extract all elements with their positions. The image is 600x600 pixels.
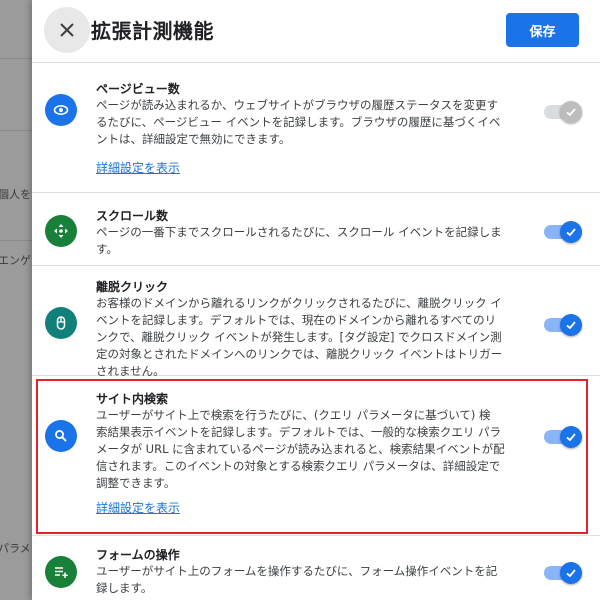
setting-name: ページビュー数: [96, 82, 180, 96]
setting-description: ユーザーがサイト上のフォームを操作するたびに、フォーム操作イベントを記 録します…: [96, 564, 498, 595]
eye-icon: [45, 94, 77, 126]
toggle-knob: [560, 221, 582, 243]
background-text: エンゲー: [0, 254, 32, 267]
scrolls-toggle[interactable]: [544, 221, 582, 243]
setting-form-interactions: フォームの操作 ユーザーがサイト上のフォームを操作するたびに、フォーム操作イベン…: [32, 536, 600, 600]
setting-description: ページが読み込まれるか、ウェブサイトがブラウザの履歴ステータスを変更す るたびに…: [96, 98, 501, 146]
highlight-box: [36, 379, 588, 534]
enhanced-measurement-drawer: 拡張計測機能 保存 ページビュー数 ページが読み込まれるか、ウェブサイトがブラウ…: [32, 0, 600, 600]
setting-name: 離脱クリック: [96, 280, 169, 294]
save-button[interactable]: 保存: [506, 13, 579, 47]
background-page: 個人を エンゲー パラメ: [0, 0, 32, 600]
check-icon: [566, 569, 576, 578]
setting-name: スクロール数: [96, 209, 169, 223]
setting-page-views: ページビュー数 ページが読み込まれるか、ウェブサイトがブラウザの履歴ステータスを…: [32, 63, 600, 193]
setting-name: フォームの操作: [96, 548, 180, 562]
advanced-settings-link[interactable]: 詳細設定を表示: [96, 159, 180, 176]
mouse-icon: [45, 307, 77, 339]
page-views-toggle[interactable]: [544, 101, 582, 123]
check-icon: [566, 321, 576, 330]
playlist-add-icon: [45, 556, 77, 588]
background-divider: [0, 130, 32, 131]
close-icon: [60, 23, 74, 37]
outbound-clicks-toggle[interactable]: [544, 314, 582, 336]
toggle-knob: [560, 314, 582, 336]
setting-outbound-clicks: 離脱クリック お客様のドメインから離れるリンクがクリックされるたびに、離脱クリッ…: [32, 266, 600, 378]
check-icon: [566, 228, 576, 237]
page-title: 拡張計測機能: [91, 19, 214, 43]
close-button[interactable]: [44, 7, 90, 53]
toggle-knob: [560, 562, 582, 584]
background-divider: [0, 240, 32, 241]
check-icon: [566, 108, 576, 117]
setting-description: ページの一番下までスクロールされるたびに、スクロール イベントを記録しま す。: [96, 225, 502, 256]
background-text: パラメ: [0, 542, 31, 555]
toggle-knob: [560, 101, 582, 123]
move-arrows-icon: [45, 215, 77, 247]
setting-scrolls: スクロール数 ページの一番下までスクロールされるたびに、スクロール イベントを記…: [32, 193, 600, 266]
form-interactions-toggle[interactable]: [544, 562, 582, 584]
background-text: 個人を: [0, 188, 31, 201]
drawer-header: 拡張計測機能 保存: [32, 0, 600, 63]
background-divider: [0, 58, 32, 59]
setting-description: お客様のドメインから離れるリンクがクリックされるたびに、離脱クリック イ ベント…: [96, 296, 503, 378]
